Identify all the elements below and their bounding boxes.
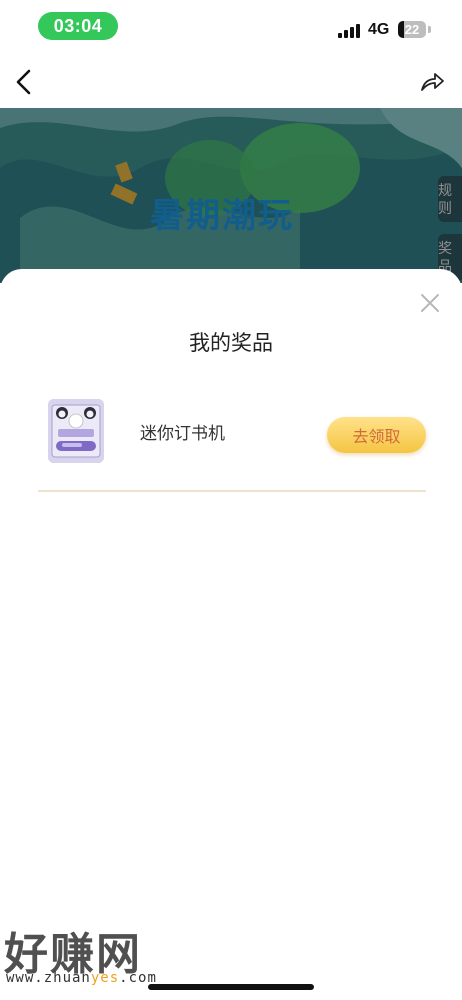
network-label: 4G	[368, 21, 390, 38]
prize-name: 迷你订书机	[140, 424, 225, 443]
chevron-left-icon	[16, 69, 31, 95]
watermark: 好赚网 www.zhuanyes.com	[4, 918, 204, 988]
watermark-url-highlight: yes	[90, 970, 120, 986]
prize-list-item: 迷你订书机 去领取	[38, 391, 426, 475]
prize-sheet: 我的奖品 迷你订书机 去领取	[0, 269, 462, 1000]
status-bar: 03:04 4G 22	[0, 0, 462, 56]
watermark-url-prefix: www.zhuan	[6, 970, 91, 986]
stapler-product-image	[48, 399, 104, 463]
home-indicator[interactable]	[148, 984, 314, 990]
share-button[interactable]	[418, 68, 446, 96]
prize-thumbnail	[48, 399, 104, 463]
modal-backdrop[interactable]	[0, 108, 462, 283]
divider	[38, 490, 426, 492]
battery-tip	[428, 26, 431, 33]
battery-icon: 22	[398, 21, 426, 38]
battery-level: 22	[404, 22, 420, 37]
sheet-title: 我的奖品	[189, 332, 273, 355]
close-button[interactable]	[418, 291, 442, 315]
watermark-url: www.zhuanyes.com	[6, 970, 157, 986]
status-time: 03:04	[38, 12, 118, 40]
share-arrow-icon	[421, 73, 444, 91]
back-button[interactable]	[10, 64, 42, 100]
claim-button[interactable]: 去领取	[327, 417, 426, 453]
signal-icon	[338, 24, 360, 38]
close-x-icon	[421, 294, 439, 312]
nav-bar	[0, 56, 462, 108]
